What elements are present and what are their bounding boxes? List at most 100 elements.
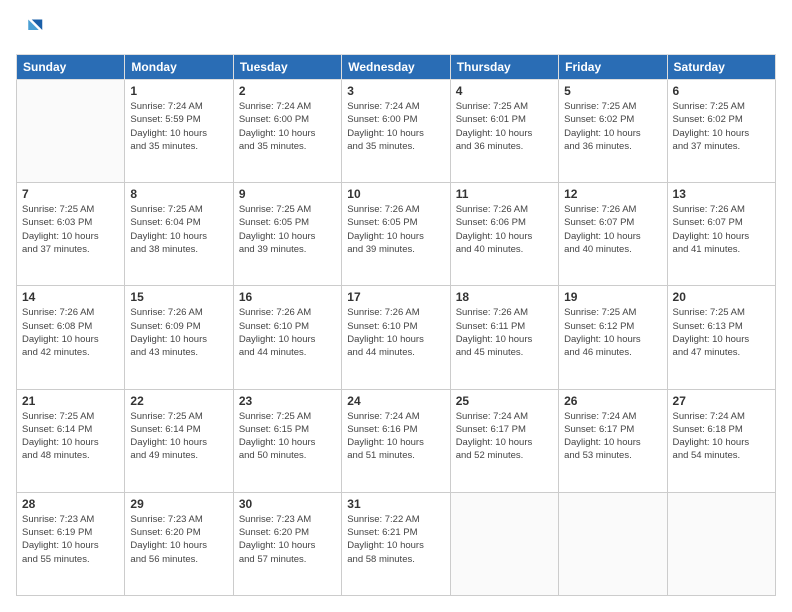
day-info: Sunrise: 7:25 AM Sunset: 6:04 PM Dayligh… (130, 203, 227, 256)
day-info: Sunrise: 7:25 AM Sunset: 6:01 PM Dayligh… (456, 100, 553, 153)
day-info: Sunrise: 7:25 AM Sunset: 6:14 PM Dayligh… (22, 410, 119, 463)
day-number: 10 (347, 187, 444, 201)
day-number: 9 (239, 187, 336, 201)
calendar-body: 1Sunrise: 7:24 AM Sunset: 5:59 PM Daylig… (17, 80, 776, 596)
calendar-cell: 31Sunrise: 7:22 AM Sunset: 6:21 PM Dayli… (342, 492, 450, 595)
day-info: Sunrise: 7:23 AM Sunset: 6:19 PM Dayligh… (22, 513, 119, 566)
calendar-cell (17, 80, 125, 183)
day-info: Sunrise: 7:24 AM Sunset: 5:59 PM Dayligh… (130, 100, 227, 153)
day-number: 31 (347, 497, 444, 511)
calendar-cell: 8 Sunrise: 7:25 AM Sunset: 6:04 PM Daylig… (125, 183, 233, 286)
calendar-cell: 12 Sunrise: 7:26 AM Sunset: 6:07 PM Dayli… (559, 183, 667, 286)
weekday-header-wednesday: Wednesday (342, 55, 450, 80)
day-number: 7 (22, 187, 119, 201)
calendar-cell: 27 Sunrise: 7:24 AM Sunset: 6:18 PM Dayli… (667, 389, 775, 492)
day-info: Sunrise: 7:26 AM Sunset: 6:10 PM Dayligh… (347, 306, 444, 359)
day-number: 27 (673, 394, 770, 408)
week-row-3: 14 Sunrise: 7:26 AM Sunset: 6:08 PM Dayli… (17, 286, 776, 389)
logo-icon (16, 16, 44, 44)
calendar-cell: 19 Sunrise: 7:25 AM Sunset: 6:12 PM Dayli… (559, 286, 667, 389)
calendar-cell: 4Sunrise: 7:25 AM Sunset: 6:01 PM Daylig… (450, 80, 558, 183)
day-info: Sunrise: 7:24 AM Sunset: 6:16 PM Dayligh… (347, 410, 444, 463)
calendar-cell: 6 Sunrise: 7:25 AM Sunset: 6:02 PM Daylig… (667, 80, 775, 183)
calendar-cell: 15Sunrise: 7:26 AM Sunset: 6:09 PM Dayli… (125, 286, 233, 389)
day-info: Sunrise: 7:25 AM Sunset: 6:02 PM Dayligh… (673, 100, 770, 153)
day-number: 19 (564, 290, 661, 304)
day-info: Sunrise: 7:25 AM Sunset: 6:02 PM Dayligh… (564, 100, 661, 153)
weekday-header-sunday: Sunday (17, 55, 125, 80)
day-number: 24 (347, 394, 444, 408)
day-number: 12 (564, 187, 661, 201)
calendar-cell: 16Sunrise: 7:26 AM Sunset: 6:10 PM Dayli… (233, 286, 341, 389)
day-info: Sunrise: 7:24 AM Sunset: 6:00 PM Dayligh… (239, 100, 336, 153)
day-number: 23 (239, 394, 336, 408)
day-info: Sunrise: 7:23 AM Sunset: 6:20 PM Dayligh… (130, 513, 227, 566)
calendar-cell: 23 Sunrise: 7:25 AM Sunset: 6:15 PM Dayli… (233, 389, 341, 492)
day-info: Sunrise: 7:24 AM Sunset: 6:17 PM Dayligh… (564, 410, 661, 463)
day-info: Sunrise: 7:26 AM Sunset: 6:08 PM Dayligh… (22, 306, 119, 359)
calendar-cell: 21Sunrise: 7:25 AM Sunset: 6:14 PM Dayli… (17, 389, 125, 492)
week-row-2: 7 Sunrise: 7:25 AM Sunset: 6:03 PM Daylig… (17, 183, 776, 286)
day-info: Sunrise: 7:26 AM Sunset: 6:07 PM Dayligh… (564, 203, 661, 256)
calendar-cell: 22 Sunrise: 7:25 AM Sunset: 6:14 PM Dayli… (125, 389, 233, 492)
day-number: 8 (130, 187, 227, 201)
day-number: 25 (456, 394, 553, 408)
calendar-cell: 25 Sunrise: 7:24 AM Sunset: 6:17 PM Dayli… (450, 389, 558, 492)
weekday-header-thursday: Thursday (450, 55, 558, 80)
day-info: Sunrise: 7:25 AM Sunset: 6:12 PM Dayligh… (564, 306, 661, 359)
calendar-cell: 9 Sunrise: 7:25 AM Sunset: 6:05 PM Daylig… (233, 183, 341, 286)
weekday-header-tuesday: Tuesday (233, 55, 341, 80)
calendar-cell: 7 Sunrise: 7:25 AM Sunset: 6:03 PM Daylig… (17, 183, 125, 286)
day-number: 22 (130, 394, 227, 408)
day-number: 13 (673, 187, 770, 201)
header (16, 16, 776, 44)
day-info: Sunrise: 7:25 AM Sunset: 6:13 PM Dayligh… (673, 306, 770, 359)
day-info: Sunrise: 7:25 AM Sunset: 6:15 PM Dayligh… (239, 410, 336, 463)
day-number: 20 (673, 290, 770, 304)
calendar-cell (559, 492, 667, 595)
day-info: Sunrise: 7:25 AM Sunset: 6:03 PM Dayligh… (22, 203, 119, 256)
calendar-table: SundayMondayTuesdayWednesdayThursdayFrid… (16, 54, 776, 596)
day-info: Sunrise: 7:25 AM Sunset: 6:14 PM Dayligh… (130, 410, 227, 463)
calendar-cell: 5 Sunrise: 7:25 AM Sunset: 6:02 PM Daylig… (559, 80, 667, 183)
calendar-cell: 26Sunrise: 7:24 AM Sunset: 6:17 PM Dayli… (559, 389, 667, 492)
day-info: Sunrise: 7:25 AM Sunset: 6:05 PM Dayligh… (239, 203, 336, 256)
weekday-header-saturday: Saturday (667, 55, 775, 80)
calendar-cell: 24 Sunrise: 7:24 AM Sunset: 6:16 PM Dayli… (342, 389, 450, 492)
day-info: Sunrise: 7:26 AM Sunset: 6:05 PM Dayligh… (347, 203, 444, 256)
day-info: Sunrise: 7:26 AM Sunset: 6:06 PM Dayligh… (456, 203, 553, 256)
day-info: Sunrise: 7:26 AM Sunset: 6:10 PM Dayligh… (239, 306, 336, 359)
week-row-4: 21Sunrise: 7:25 AM Sunset: 6:14 PM Dayli… (17, 389, 776, 492)
day-number: 5 (564, 84, 661, 98)
day-number: 6 (673, 84, 770, 98)
calendar-cell: 30Sunrise: 7:23 AM Sunset: 6:20 PM Dayli… (233, 492, 341, 595)
day-number: 18 (456, 290, 553, 304)
calendar-cell: 17 Sunrise: 7:26 AM Sunset: 6:10 PM Dayli… (342, 286, 450, 389)
logo (16, 16, 48, 44)
day-number: 17 (347, 290, 444, 304)
day-info: Sunrise: 7:24 AM Sunset: 6:17 PM Dayligh… (456, 410, 553, 463)
day-number: 29 (130, 497, 227, 511)
day-info: Sunrise: 7:24 AM Sunset: 6:00 PM Dayligh… (347, 100, 444, 153)
calendar-cell: 11 Sunrise: 7:26 AM Sunset: 6:06 PM Dayli… (450, 183, 558, 286)
calendar-cell: 2Sunrise: 7:24 AM Sunset: 6:00 PM Daylig… (233, 80, 341, 183)
page: SundayMondayTuesdayWednesdayThursdayFrid… (0, 0, 792, 612)
calendar-cell: 29 Sunrise: 7:23 AM Sunset: 6:20 PM Dayli… (125, 492, 233, 595)
day-number: 3 (347, 84, 444, 98)
calendar-cell (450, 492, 558, 595)
calendar-cell: 13 Sunrise: 7:26 AM Sunset: 6:07 PM Dayli… (667, 183, 775, 286)
calendar-header: SundayMondayTuesdayWednesdayThursdayFrid… (17, 55, 776, 80)
weekday-header-row: SundayMondayTuesdayWednesdayThursdayFrid… (17, 55, 776, 80)
day-info: Sunrise: 7:23 AM Sunset: 6:20 PM Dayligh… (239, 513, 336, 566)
day-number: 14 (22, 290, 119, 304)
day-info: Sunrise: 7:24 AM Sunset: 6:18 PM Dayligh… (673, 410, 770, 463)
week-row-1: 1Sunrise: 7:24 AM Sunset: 5:59 PM Daylig… (17, 80, 776, 183)
day-number: 11 (456, 187, 553, 201)
day-info: Sunrise: 7:26 AM Sunset: 6:11 PM Dayligh… (456, 306, 553, 359)
day-info: Sunrise: 7:26 AM Sunset: 6:09 PM Dayligh… (130, 306, 227, 359)
calendar-cell: 10 Sunrise: 7:26 AM Sunset: 6:05 PM Dayli… (342, 183, 450, 286)
calendar-cell: 14 Sunrise: 7:26 AM Sunset: 6:08 PM Dayli… (17, 286, 125, 389)
calendar-cell: 3 Sunrise: 7:24 AM Sunset: 6:00 PM Daylig… (342, 80, 450, 183)
day-info: Sunrise: 7:26 AM Sunset: 6:07 PM Dayligh… (673, 203, 770, 256)
weekday-header-friday: Friday (559, 55, 667, 80)
